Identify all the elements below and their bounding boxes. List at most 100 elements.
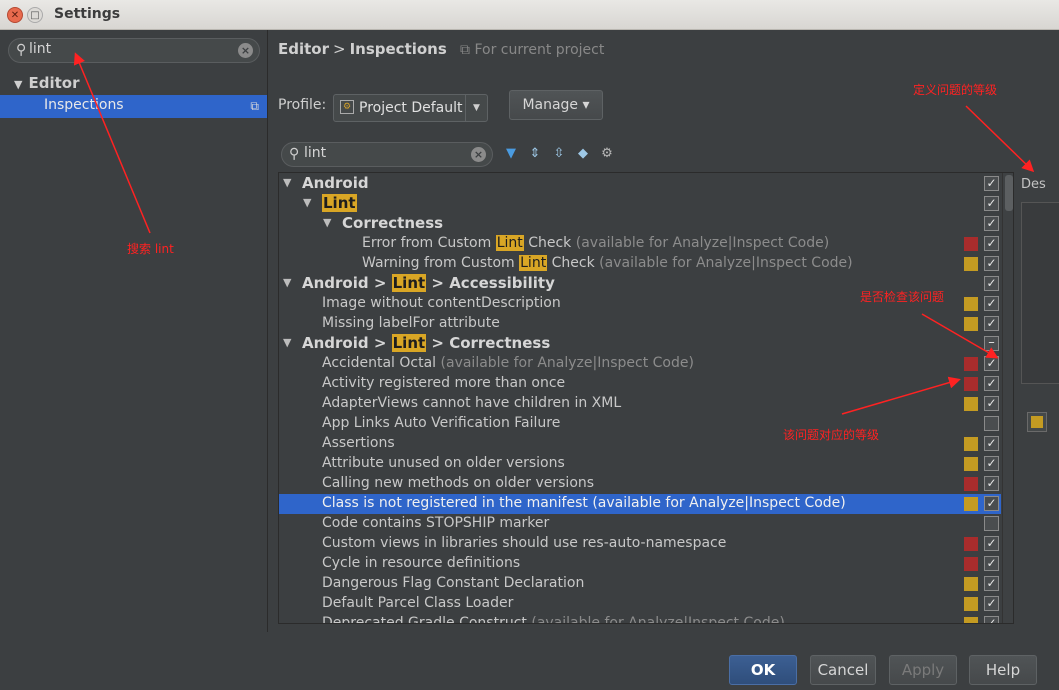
scope-text: For current project [474, 42, 605, 58]
inspection-row[interactable]: App Links Auto Verification Failure [279, 414, 1001, 434]
label-text: Class is not registered in the manifest … [322, 495, 846, 511]
profile-dropdown[interactable]: ⚙ Project Default ▼ [333, 94, 488, 122]
warning-severity-icon [964, 497, 978, 511]
chevron-down-icon[interactable]: ▼ [465, 95, 487, 121]
inspection-row[interactable]: Class is not registered in the manifest … [279, 494, 1001, 514]
enabled-checkbox[interactable]: ✓ [984, 256, 999, 271]
expand-triangle-icon[interactable]: ▼ [283, 176, 291, 189]
gear-icon[interactable]: ⚙ [598, 145, 616, 163]
expand-triangle-icon[interactable]: ▼ [323, 216, 331, 229]
inspection-row[interactable]: Assertions ✓ [279, 434, 1001, 454]
inspection-group-label: Android > Lint > Accessibility [302, 274, 555, 292]
enabled-checkbox[interactable]: ✓ [984, 536, 999, 551]
tree-node-editor[interactable]: ▼ Editor [14, 74, 79, 92]
enabled-checkbox[interactable]: ✓ [984, 436, 999, 451]
collapse-all-icon[interactable]: ⇳ [550, 145, 568, 163]
enabled-checkbox[interactable]: ✓ [984, 476, 999, 491]
inspection-row[interactable]: Attribute unused on older versions ✓ [279, 454, 1001, 474]
clear-search-icon[interactable]: × [238, 43, 253, 58]
enabled-checkbox[interactable]: ✓ [984, 596, 999, 611]
reset-icon[interactable]: ◆ [574, 145, 592, 163]
search-match-highlight: Lint [322, 194, 357, 212]
expand-triangle-icon[interactable]: ▼ [283, 276, 291, 289]
inspection-row[interactable]: Accidental Octal (available for Analyze|… [279, 354, 1001, 374]
inspection-row[interactable]: Default Parcel Class Loader ✓ [279, 594, 1001, 614]
list-scrollbar[interactable] [1002, 173, 1013, 623]
annotation-define-level: 定义问题的等级 [913, 83, 998, 97]
enabled-checkbox[interactable]: ✓ [984, 236, 999, 251]
description-pane: Des [1015, 172, 1059, 624]
label-text: Error from Custom [362, 235, 496, 251]
enabled-checkbox[interactable]: ✓ [984, 576, 999, 591]
help-button[interactable]: Help [969, 655, 1037, 685]
inspection-row[interactable]: Code contains STOPSHIP marker [279, 514, 1001, 534]
apply-button[interactable]: Apply [889, 655, 957, 685]
enabled-checkbox[interactable]: ✓ [984, 496, 999, 511]
description-label: Des [1021, 177, 1046, 192]
inspection-row[interactable]: Calling new methods on older versions ✓ [279, 474, 1001, 494]
label-text: > Correctness [426, 334, 551, 352]
error-severity-icon [964, 377, 978, 391]
label-text: App Links Auto Verification Failure [322, 415, 561, 431]
list-scrollbar-thumb[interactable] [1005, 175, 1013, 211]
enabled-checkbox[interactable]: ✓ [984, 356, 999, 371]
enabled-checkbox[interactable]: ✓ [984, 556, 999, 571]
settings-search-field[interactable]: ⚲ lint × [8, 38, 260, 63]
inspection-row[interactable]: Dangerous Flag Constant Declaration ✓ [279, 574, 1001, 594]
inspection-row[interactable]: Missing labelFor attribute ✓ [279, 314, 1001, 334]
inspection-row[interactable]: Error from Custom Lint Check (available … [279, 234, 1001, 254]
enabled-checkbox[interactable]: ✓ [984, 396, 999, 411]
inspection-label: Accidental Octal (available for Analyze|… [322, 355, 694, 371]
enabled-checkbox[interactable]: ✓ [984, 316, 999, 331]
manage-button[interactable]: Manage ▾ [509, 90, 603, 120]
expand-triangle-icon[interactable]: ▼ [303, 196, 311, 209]
tree-node-inspections[interactable]: Inspections ⧉ [0, 95, 267, 118]
enabled-checkbox[interactable]: ✓ [984, 216, 999, 231]
inspections-tree[interactable]: ▼ Android ✓ ▼ Lint ✓ ▼ Correctness ✓ Error from C… [278, 172, 1014, 624]
enabled-checkbox[interactable]: ✓ [984, 456, 999, 471]
warning-severity-icon [964, 577, 978, 591]
inspection-group-label: Lint [322, 194, 357, 212]
window-maximize-button[interactable]: □ [27, 7, 43, 23]
cancel-button[interactable]: Cancel [810, 655, 876, 685]
inspection-group-row[interactable]: ▼ Correctness ✓ [279, 214, 1001, 234]
inspection-label: Error from Custom Lint Check (available … [362, 235, 829, 251]
inspection-group-row[interactable]: ▼ Android ✓ [279, 174, 1001, 194]
expand-all-icon[interactable]: ⇕ [526, 145, 544, 163]
label-text: Activity registered more than once [322, 375, 566, 391]
enabled-checkbox[interactable] [984, 416, 999, 431]
settings-search-input[interactable]: lint [29, 41, 51, 57]
inspection-row[interactable]: AdapterViews cannot have children in XML… [279, 394, 1001, 414]
enabled-checkbox[interactable]: ✓ [984, 376, 999, 391]
enabled-checkbox[interactable]: ✓ [984, 176, 999, 191]
enabled-checkbox[interactable]: ✓ [984, 276, 999, 291]
severity-dropdown[interactable] [1027, 412, 1047, 432]
enabled-checkbox[interactable]: ✓ [984, 196, 999, 211]
inspection-row[interactable]: Cycle in resource definitions ✓ [279, 554, 1001, 574]
label-text: Calling new methods on older versions [322, 475, 595, 491]
clear-search-icon[interactable]: × [471, 147, 486, 162]
label-text: AdapterViews cannot have children in XML [322, 395, 622, 411]
inspection-row[interactable]: Activity registered more than once ✓ [279, 374, 1001, 394]
inspection-group-row[interactable]: ▼ Lint ✓ [279, 194, 1001, 214]
enabled-checkbox[interactable]: – [984, 336, 999, 351]
inspection-row[interactable]: Warning from Custom Lint Check (availabl… [279, 254, 1001, 274]
window-close-button[interactable]: ✕ [7, 7, 23, 23]
expand-triangle-icon[interactable]: ▼ [14, 78, 22, 91]
expand-triangle-icon[interactable]: ▼ [283, 336, 291, 349]
annotation-check-or-not: 是否检查该问题 [860, 290, 945, 304]
label-text: Check [523, 235, 572, 251]
inspection-row[interactable]: Deprecated Gradle Construct (available f… [279, 614, 1001, 623]
enabled-checkbox[interactable]: ✓ [984, 616, 999, 623]
inspections-search-input[interactable]: lint [304, 145, 326, 161]
enabled-checkbox[interactable]: ✓ [984, 296, 999, 311]
ok-button[interactable]: OK [729, 655, 797, 685]
inspections-search-field[interactable]: ⚲ lint × [281, 142, 493, 167]
enabled-checkbox[interactable] [984, 516, 999, 531]
inspection-row[interactable]: Custom views in libraries should use res… [279, 534, 1001, 554]
label-text: Missing labelFor attribute [322, 315, 500, 331]
filter-icon[interactable]: ▼ [502, 145, 520, 163]
breadcrumb-separator: > [333, 40, 346, 58]
inspection-group-row[interactable]: ▼ Android > Lint > Correctness – [279, 334, 1001, 354]
inspections-toolbar: ▼ ⇕ ⇳ ◆ ⚙ [502, 145, 616, 165]
